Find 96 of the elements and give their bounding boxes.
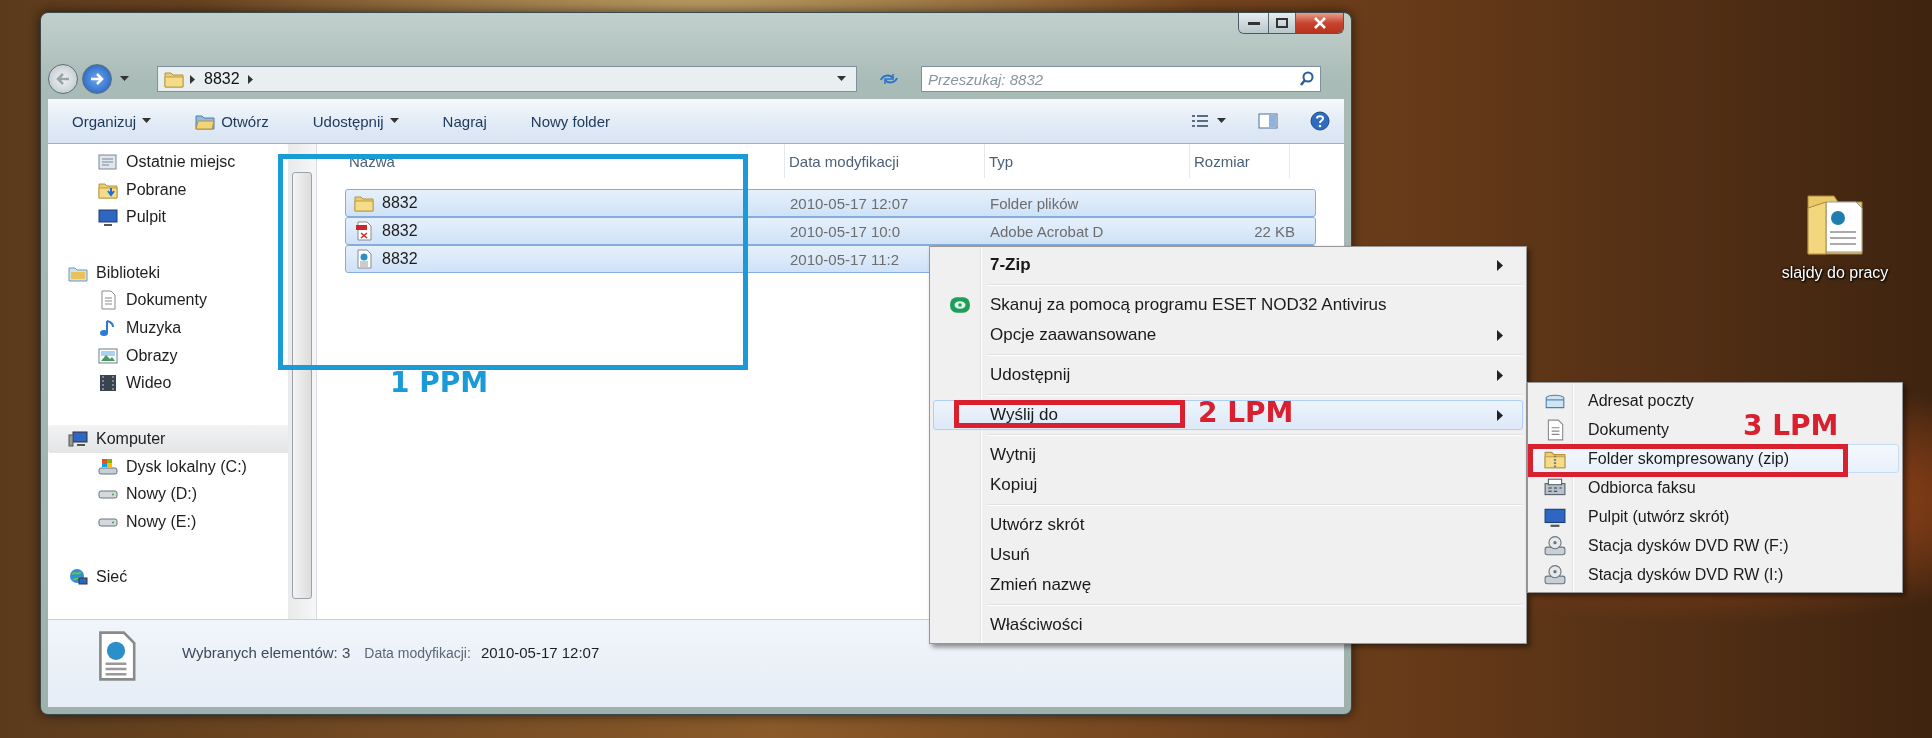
menu-item[interactable]: Usuń [933,540,1523,570]
nav-item[interactable]: Ostatnie miejsc [48,148,242,176]
menu-item[interactable]: Stacja dysków DVD RW (F:) [1531,531,1796,560]
file-name: 8832 [382,194,418,212]
file-size: 22 KB [1254,222,1295,240]
close-icon [1313,17,1326,29]
toolbar-button[interactable]: Nagraj [432,108,497,134]
file-row[interactable]: 8832 2010-05-17 12:07 Folder plików [345,189,1316,217]
column-header[interactable]: Rozmiar [1190,144,1290,178]
annotation-label: 3 LPM [1743,409,1839,443]
eye-icon [949,294,971,316]
nav-item[interactable]: Komputer [48,425,290,453]
globe-icon [68,567,88,588]
list-view-icon [1191,114,1209,128]
nav-item[interactable]: Pobrane [48,175,193,204]
window-list-icon [98,151,118,172]
close-button[interactable] [1295,13,1343,33]
back-button[interactable] [48,64,78,94]
nav-item[interactable]: Dysk lokalny (C:) [48,452,253,481]
menu-item[interactable]: Właściwości [933,610,1523,640]
film-strip-icon [98,373,118,394]
forward-button[interactable] [82,64,112,94]
folder-icon [354,193,374,213]
chevron-icon [190,74,196,84]
web-document-icon [354,249,374,269]
maximize-icon [1276,18,1288,28]
file-date: 2010-05-17 11:2 [790,250,899,268]
nav-item[interactable]: Pulpit [48,203,173,232]
status-value: 2010-05-17 12:07 [480,644,600,661]
picture-icon [98,345,118,366]
menu-item[interactable]: Skanuj za pomocą programu ESET NOD32 Antivirus [933,290,1523,320]
help-icon [1310,111,1330,131]
file-type: Folder plików [990,194,1079,212]
file-name: 8832 [382,222,418,240]
caret-icon [120,76,129,82]
menu-item[interactable]: Zmień nazwę [933,570,1523,600]
document-icon [98,290,118,311]
file-row[interactable]: 8832 2010-05-17 10:0 Adobe Acrobat D 22 KB [345,217,1316,245]
nav-item[interactable]: Nowy (D:) [48,480,204,509]
nav-item[interactable]: Sieć [48,563,134,592]
menu-item[interactable]: Kopiuj [933,470,1523,500]
address-bar[interactable]: 8832 [157,66,857,92]
nav-item[interactable]: Obrazy [48,341,184,370]
annotation-label: 1 PPM [390,366,489,400]
disc-drive-icon [1544,534,1566,557]
folder-icon [164,69,184,89]
refresh-icon [879,71,899,87]
left-arrow-icon [56,73,70,85]
address-segment[interactable]: 8832 [202,70,242,88]
status-label: Data modyfikacji: [364,645,471,661]
caret-icon [1217,118,1226,124]
menu-item[interactable]: Opcje zaawansowane [933,320,1523,350]
chevron-icon [247,74,254,84]
menu-item[interactable]: Dokumenty [1531,415,1676,444]
desktop-shortcut[interactable]: slajdy do pracy [1760,188,1910,282]
caret-icon [142,118,152,124]
file-date: 2010-05-17 12:07 [790,194,909,212]
menu-item[interactable]: Stacja dysków DVD RW (I:) [1531,560,1791,589]
caret-icon [389,118,399,124]
nav-item[interactable]: Wideo [48,369,178,398]
menu-item[interactable]: Wytnij [933,440,1523,470]
toolbar-button[interactable]: Organizuj [62,108,162,134]
column-header[interactable]: Typ [985,144,1190,178]
selection-count: Wybranych elementów: 3 [182,644,351,661]
column-header[interactable]: Data modyfikacji [785,144,985,178]
minimize-icon [1247,21,1260,25]
submenu-arrow-icon [1497,409,1504,421]
caret-icon [837,76,846,82]
preview-pane-icon [1258,113,1278,129]
submenu-arrow-icon [1497,259,1504,271]
right-arrow-icon [90,73,104,85]
nav-item[interactable]: Biblioteki [48,258,167,287]
file-date: 2010-05-17 10:0 [790,222,901,240]
toolbar-button[interactable]: Udostępnij [302,108,409,134]
disc-drive-icon [1544,563,1566,586]
menu-item[interactable]: Pulpit (utwórz skrót) [1531,502,1737,531]
submenu-arrow-icon [1497,329,1504,341]
toolbar-button[interactable]: Nowy folder [520,108,620,134]
nav-item[interactable]: Nowy (E:) [48,508,203,536]
file-type: Adobe Acrobat D [990,222,1104,240]
computer-icon [68,428,88,449]
maximize-button[interactable] [1268,13,1295,33]
nav-item[interactable]: Muzyka [48,314,188,342]
monitor-icon [98,207,118,228]
minimize-button[interactable] [1239,13,1268,33]
toolbar-button[interactable]: Otwórz [185,107,279,135]
scrollbar[interactable] [288,144,317,619]
nav-item[interactable]: Dokumenty [48,286,213,315]
menu-item[interactable]: Adresat poczty [1531,386,1701,415]
menu-item[interactable]: Odbiorca faksu [1531,473,1703,502]
menu-item[interactable]: Udostępnij [933,360,1523,390]
submenu-arrow-icon [1497,369,1504,381]
drive-icon [98,456,118,477]
file-name: 8832 [382,250,418,268]
pdf-document-icon [354,221,374,241]
menu-item[interactable]: Utwórz skrót [933,510,1523,540]
